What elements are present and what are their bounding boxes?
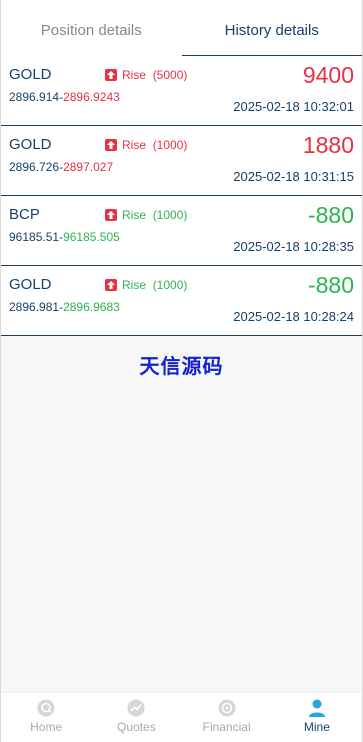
open-price: 2896.726: [9, 160, 60, 174]
nav-label: Mine: [303, 720, 330, 734]
symbol-label: BCP: [9, 206, 40, 223]
pnl-value: 9400: [302, 62, 354, 88]
rise-arrow-icon: [105, 69, 117, 81]
price-range: 96185.51-96185.505: [9, 230, 120, 244]
symbol-label: GOLD: [9, 136, 52, 153]
timestamp: 2025-02-18 10:32:01: [233, 99, 354, 114]
symbol-label: GOLD: [9, 66, 52, 83]
history-row[interactable]: GOLD Rise (5000) 2896.914-2896.9243 9400…: [1, 56, 362, 126]
quotes-icon: [127, 699, 145, 717]
price-range: 2896.981-2896.9683: [9, 300, 120, 314]
rise-arrow-icon: [105, 139, 117, 151]
close-price: 96185.505: [63, 230, 120, 244]
nav-quotes[interactable]: Quotes: [91, 693, 181, 742]
tab-label: History details: [224, 22, 319, 39]
open-price: 2896.914: [9, 90, 60, 104]
user-icon: [308, 699, 325, 717]
price-range: 2896.914-2896.9243: [9, 90, 120, 104]
amount-label: (1000): [152, 138, 188, 152]
rise-arrow-icon: [105, 279, 117, 291]
history-list: GOLD Rise (5000) 2896.914-2896.9243 9400…: [1, 56, 362, 336]
nav-label: Home: [30, 720, 63, 734]
pnl-value: 1880: [302, 132, 354, 158]
direction-label: Rise: [122, 208, 147, 222]
financial-icon: [218, 699, 236, 717]
tab-bar: Position details History details: [1, 0, 362, 56]
direction-label: Rise: [122, 138, 147, 152]
price-range: 2896.726-2897.027: [9, 160, 114, 174]
nav-home[interactable]: Home: [1, 693, 91, 742]
open-price: 96185.51: [9, 230, 60, 244]
symbol-label: GOLD: [9, 276, 52, 293]
close-price: 2896.9243: [63, 90, 120, 104]
rise-arrow-icon: [105, 209, 117, 221]
history-row[interactable]: GOLD Rise (1000) 2896.726-2897.027 1880 …: [1, 126, 362, 196]
direction-badge: Rise (5000): [105, 68, 187, 82]
amount-label: (5000): [152, 68, 188, 82]
nav-financial[interactable]: Financial: [182, 693, 272, 742]
direction-label: Rise: [122, 278, 147, 292]
history-row[interactable]: GOLD Rise (1000) 2896.981-2896.9683 -880…: [1, 266, 362, 336]
home-icon: [37, 699, 55, 717]
nav-label: Quotes: [117, 720, 156, 734]
history-row[interactable]: BCP Rise (1000) 96185.51-96185.505 -880 …: [1, 196, 362, 266]
watermark-text: 天信源码: [139, 356, 224, 378]
close-price: 2897.027: [63, 160, 114, 174]
pnl-value: -880: [307, 202, 354, 228]
amount-label: (1000): [152, 278, 188, 292]
direction-badge: Rise (1000): [105, 278, 187, 292]
direction-label: Rise: [122, 68, 147, 82]
close-price: 2896.9683: [63, 300, 120, 314]
nav-label: Financial: [202, 720, 251, 734]
pnl-value: -880: [307, 272, 354, 298]
bottom-nav: Home Quotes Financial Mine: [1, 692, 362, 742]
timestamp: 2025-02-18 10:31:15: [233, 169, 354, 184]
direction-badge: Rise (1000): [105, 138, 187, 152]
tab-label: Position details: [40, 22, 142, 39]
nav-mine[interactable]: Mine: [272, 693, 362, 742]
open-price: 2896.981: [9, 300, 60, 314]
timestamp: 2025-02-18 10:28:35: [233, 239, 354, 254]
tab-history-details[interactable]: History details: [181, 0, 362, 56]
tab-position-details[interactable]: Position details: [1, 0, 182, 56]
timestamp: 2025-02-18 10:28:24: [233, 309, 354, 324]
direction-badge: Rise (1000): [105, 208, 187, 222]
amount-label: (1000): [152, 208, 188, 222]
